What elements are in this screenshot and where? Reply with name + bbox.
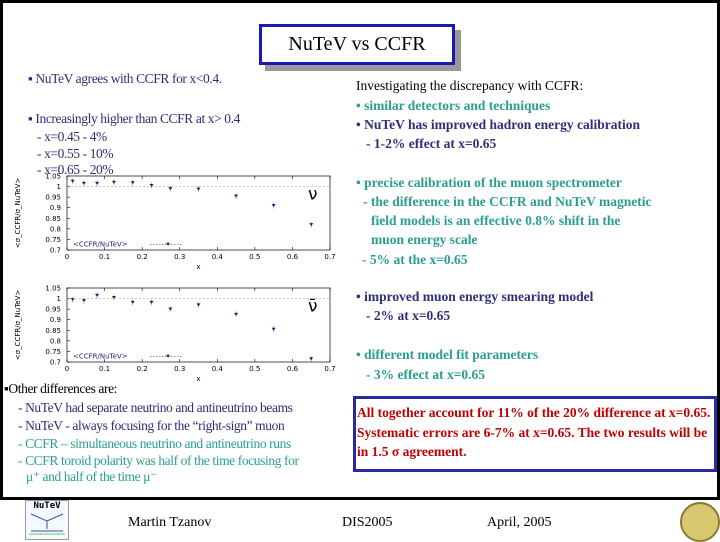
right-item: field models is an effective 0.8% shift … [371, 213, 621, 228]
right-item: muon energy scale [371, 232, 478, 247]
x-axis-label: x [196, 263, 200, 271]
neutrino-label: ν̄ [308, 296, 318, 316]
x-tick-label: 0.4 [212, 365, 224, 373]
y-tick-label: 0.8 [50, 225, 61, 233]
right-item: - 3% effect at x=0.65 [366, 367, 486, 382]
x-tick-label: 0.7 [324, 253, 335, 261]
y-tick-label: 1 [57, 183, 61, 191]
x-tick-label: 0.7 [324, 365, 335, 373]
y-tick-label: 0.95 [45, 306, 61, 314]
y-tick-label: 0.7 [50, 247, 61, 255]
x-tick-label: 0.2 [137, 365, 148, 373]
right-item: • improved muon energy smearing model [356, 289, 594, 304]
feynman-diagram-icon [29, 513, 65, 535]
x-axis-label: x [196, 375, 200, 383]
x-tick-label: 0 [65, 253, 69, 261]
x-tick-label: 0.6 [287, 253, 299, 261]
y-tick-label: 0.9 [50, 204, 61, 212]
right-item: - 1-2% effect at x=0.65 [366, 136, 497, 151]
y-tick-label: 1.05 [45, 285, 61, 293]
left-bullet-1: ▪ NuTeV agrees with CCFR for x<0.4. [28, 71, 222, 86]
right-item: - 2% at x=0.65 [366, 308, 451, 323]
y-tick-label: 0.9 [50, 316, 61, 324]
y-tick-label: 0.7 [50, 359, 61, 367]
x-tick-label: 0.3 [174, 253, 185, 261]
other-heading-text: Other differences are: [8, 381, 118, 396]
y-tick-label: 0.95 [45, 194, 61, 202]
university-seal-icon [680, 502, 720, 542]
other-heading: ▪Other differences are: [4, 381, 118, 396]
right-item: • NuTeV has improved hadron energy calib… [356, 117, 641, 132]
y-tick-label: 1 [57, 295, 61, 303]
y-tick-label: 1.05 [45, 173, 61, 181]
right-item: • different model fit parameters [356, 347, 539, 362]
x-tick-label: 0.2 [137, 253, 148, 261]
conclusion-text: All together account for 11% of the 20% … [357, 405, 711, 459]
x-tick-label: 0.5 [249, 365, 260, 373]
left-bullet-2: ▪ Increasingly higher than CCFR at x> 0.… [28, 111, 240, 126]
x-tick-label: 0.5 [249, 253, 260, 261]
x-tick-label: 0.3 [174, 365, 185, 373]
y-tick-label: 0.85 [45, 215, 61, 223]
y-axis-label: <σ_CCFR/σ_NuTeV> [14, 290, 22, 361]
x-tick-label: 0.4 [212, 253, 224, 261]
legend-label: <CCFR/NuTeV> [73, 353, 128, 361]
logo-text: NuTeV [33, 501, 61, 511]
y-tick-label: 0.75 [45, 236, 61, 244]
x-tick-label: 0.6 [287, 365, 299, 373]
other-item: - NuTeV - always focusing for the “right… [18, 418, 285, 433]
other-item: μ⁺ and half of the time μ⁻ [26, 469, 157, 484]
right-item: - 5% at the x=0.65 [362, 252, 468, 267]
y-tick-label: 0.85 [45, 327, 61, 335]
footer-date: April, 2005 [487, 515, 552, 530]
footer-conference: DIS2005 [342, 515, 393, 530]
x-tick-label: 0.1 [99, 365, 110, 373]
neutrino-label: ν [308, 184, 318, 204]
x-tick-label: 0.1 [99, 253, 110, 261]
nutev-logo: NuTeV [25, 500, 69, 540]
plot-frame [66, 287, 331, 363]
right-item: • similar detectors and techniques [356, 98, 551, 113]
footer-author: Martin Tzanov [128, 515, 212, 530]
chart-neutrino: 0 0.1 0.2 0.3 0.4 0.5 0.6 0.7 1.05 1 0.95 0.9 0.85 0.… [14, 173, 336, 272]
right-item: - the difference in the CCFR and NuTeV m… [363, 194, 652, 209]
conclusion-box: All together account for 11% of the 20% … [353, 396, 717, 472]
slide-title: NuTeV vs CCFR [259, 24, 455, 65]
right-item: • precise calibration of the muon spectr… [356, 175, 622, 190]
right-heading: Investigating the discrepancy with CCFR: [356, 78, 584, 93]
y-tick-label: 0.75 [45, 348, 61, 356]
left-bullet-1-text: NuTeV agrees with CCFR for x<0.4. [35, 71, 222, 86]
chart-antineutrino: 0 0.1 0.2 0.3 0.4 0.5 0.6 0.7 1.05 1 0.95 0.9 0.85 0.… [14, 285, 336, 384]
legend-label: <CCFR/NuTeV> [73, 241, 128, 249]
left-bullet-2-text: Increasingly higher than CCFR at x> 0.4 [35, 111, 240, 126]
other-item: - NuTeV had separate neutrino and antine… [18, 400, 293, 415]
x-tick-label: 0 [65, 365, 69, 373]
y-tick-label: 0.8 [50, 337, 61, 345]
y-axis-label: <σ_CCFR/σ_NuTeV> [14, 178, 22, 249]
